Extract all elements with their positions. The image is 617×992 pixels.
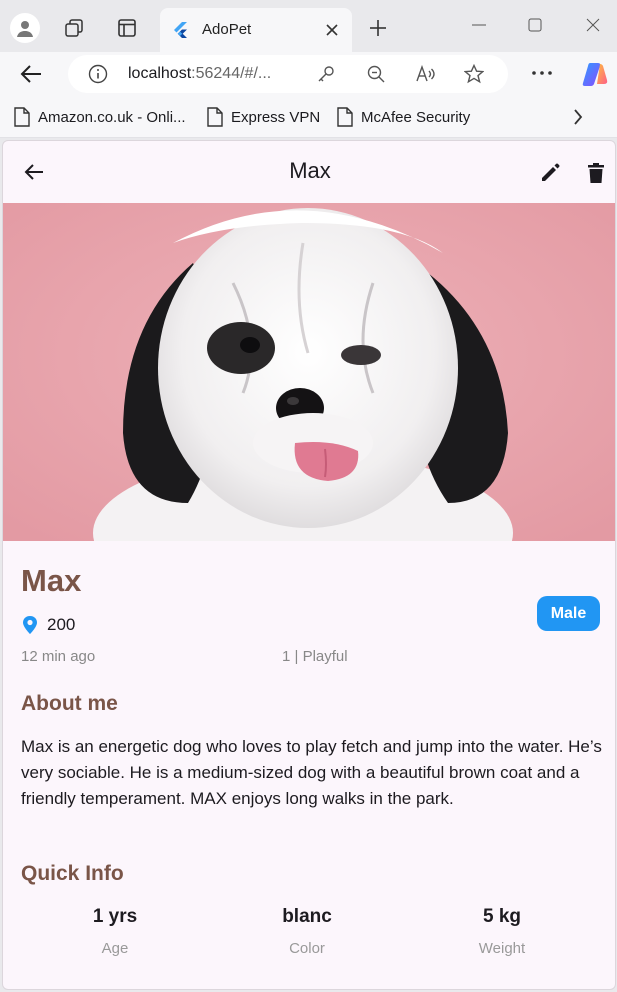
new-tab-icon[interactable] (366, 16, 390, 40)
zoom-out-icon[interactable] (366, 64, 386, 84)
page-title: Max (289, 158, 331, 183)
url-host: localhost (128, 65, 192, 82)
browser-back-arrow-icon[interactable] (18, 61, 44, 87)
quick-info-heading: Quick Info (21, 862, 124, 885)
browser-tab-active[interactable]: AdoPet (160, 8, 352, 52)
browser-address-bar: localhost:56244/#/... (0, 52, 617, 96)
close-window-icon[interactable] (578, 12, 608, 38)
tab-title: AdoPet (202, 21, 252, 38)
app-bar: Max (3, 141, 615, 203)
profile-avatar-icon[interactable] (10, 13, 40, 43)
bookmark-label: Express VPN (231, 108, 321, 126)
more-menu-icon[interactable] (530, 63, 554, 83)
browser-tab-bar: AdoPet (0, 0, 617, 52)
pet-meta: 1 | Playful (282, 648, 348, 665)
gender-badge: Male (537, 596, 600, 631)
quick-info-age: 1 yrs Age (45, 906, 185, 957)
quick-info-color: blanc Color (237, 906, 377, 957)
url-path: :56244/#/... (191, 65, 272, 82)
password-key-icon[interactable] (316, 64, 336, 84)
page-icon (14, 107, 30, 127)
url-omnibox[interactable]: localhost:56244/#/... (68, 55, 508, 93)
quick-info-value: blanc (282, 906, 332, 927)
pet-location: 200 (21, 615, 75, 635)
about-heading: About me (21, 692, 118, 715)
close-tab-icon[interactable] (322, 20, 342, 40)
page-icon (207, 107, 223, 127)
location-pin-icon (23, 616, 37, 634)
minimize-window-icon[interactable] (464, 12, 494, 38)
copilot-icon[interactable] (581, 60, 609, 88)
bookmark-mcafee[interactable]: McAfee Security (337, 107, 470, 127)
delete-trash-icon[interactable] (583, 160, 609, 186)
bookmark-express-vpn[interactable]: Express VPN (207, 107, 320, 127)
location-value: 200 (47, 615, 76, 634)
about-text: Max is an energetic dog who loves to pla… (21, 737, 602, 808)
bookmarks-bar: Amazon.co.uk - Onli... Express VPN McAfe… (0, 96, 617, 138)
url-text[interactable]: localhost:56244/#/... (128, 65, 271, 83)
bookmark-label: McAfee Security (361, 108, 471, 126)
flutter-favicon-icon (174, 22, 187, 38)
pet-photo (3, 203, 615, 541)
read-aloud-icon[interactable] (416, 64, 436, 84)
quick-info-label: Weight (478, 940, 526, 957)
dog-photo-image (3, 203, 615, 541)
posted-time: 12 min ago (21, 648, 96, 665)
page-icon (337, 107, 353, 127)
edit-pencil-icon[interactable] (537, 160, 563, 186)
quick-info-value: 5 kg (482, 906, 522, 927)
maximize-window-icon[interactable] (520, 12, 550, 38)
bookmark-label: Amazon.co.uk - Onli... (38, 108, 186, 126)
workspaces-icon[interactable] (62, 16, 86, 40)
pet-name: Max (21, 563, 82, 598)
app-viewport: Max Max 200 Male 12 min ago 1 | Playful … (2, 140, 616, 990)
vertical-tabs-icon[interactable] (115, 16, 139, 40)
site-info-icon[interactable] (88, 64, 108, 84)
favorite-star-icon[interactable] (464, 64, 484, 84)
quick-info-weight: 5 kg Weight (432, 906, 572, 957)
more-bookmarks-chevron-icon[interactable] (568, 107, 588, 127)
quick-info-value: 1 yrs (92, 906, 138, 927)
quick-info-label: Age (101, 940, 129, 957)
quick-info-label: Color (289, 940, 325, 957)
bookmark-amazon[interactable]: Amazon.co.uk - Onli... (14, 107, 186, 127)
